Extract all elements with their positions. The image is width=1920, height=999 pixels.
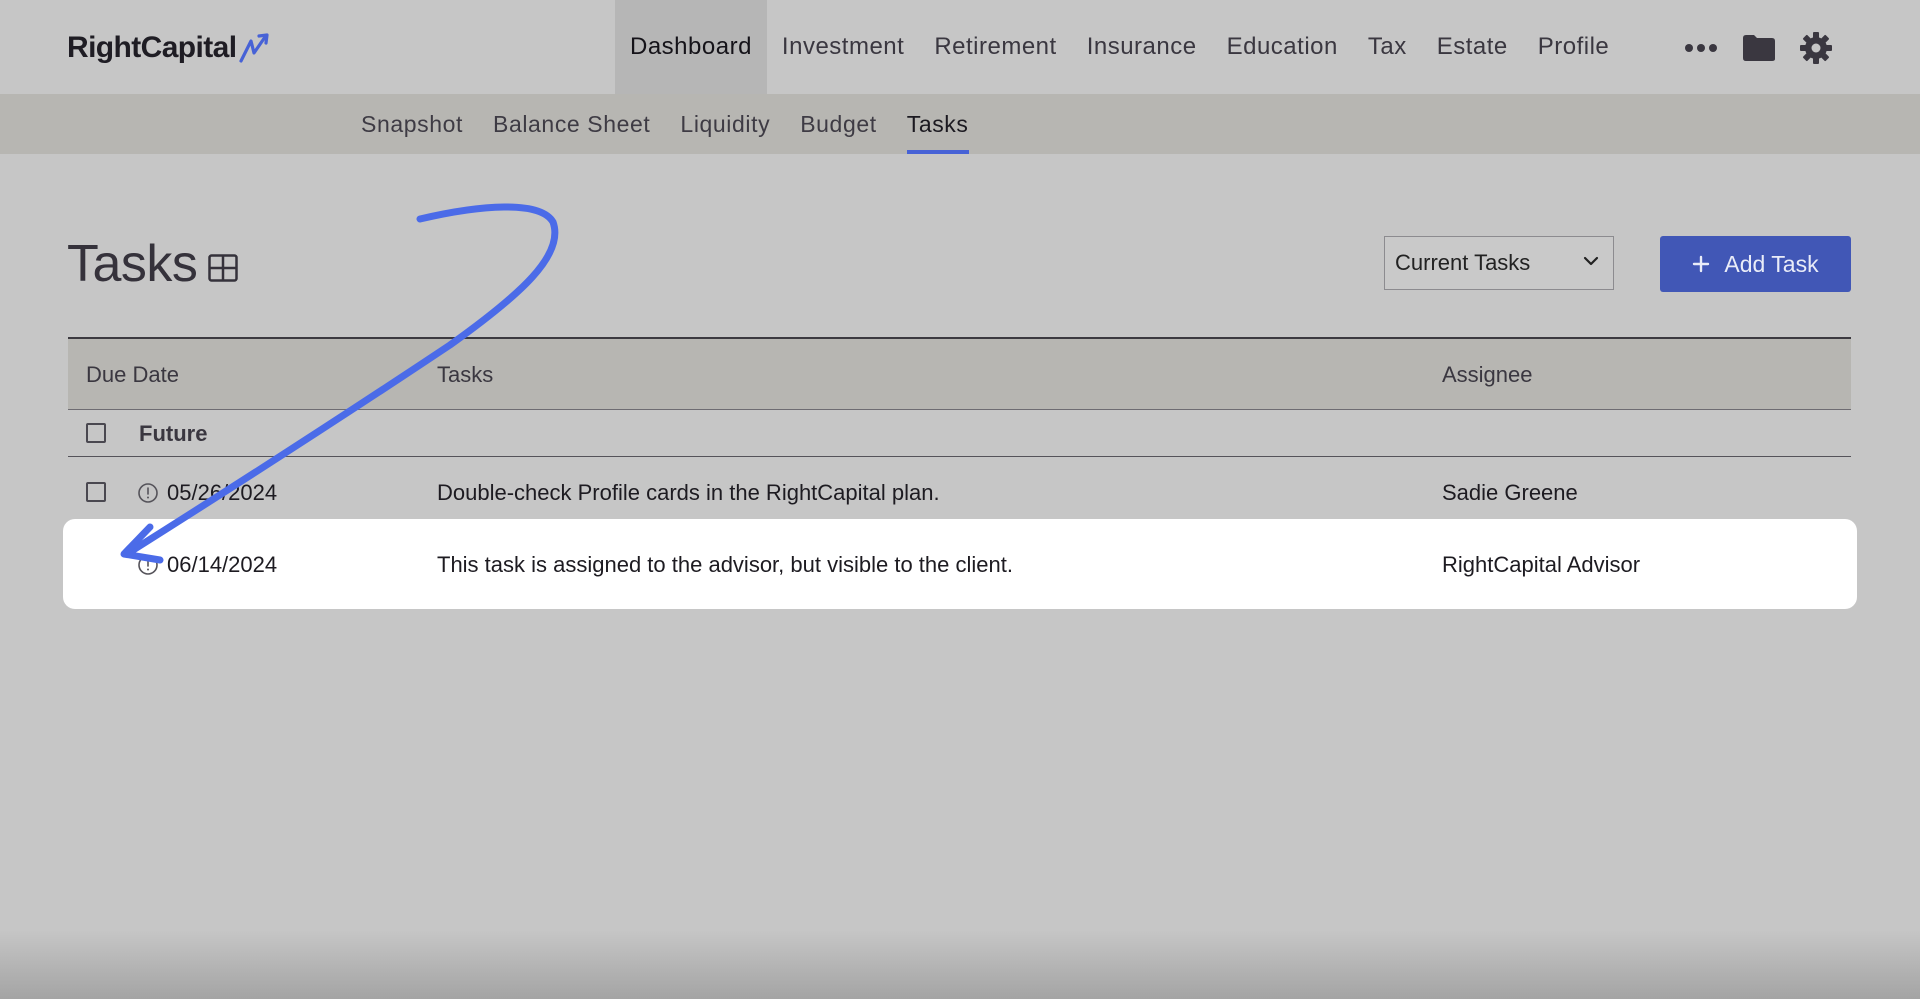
main-nav: Dashboard Investment Retirement Insuranc… bbox=[615, 0, 1624, 94]
folder-icon[interactable] bbox=[1742, 34, 1776, 62]
task-text[interactable]: Double-check Profile cards in the RightC… bbox=[437, 457, 940, 528]
assignee-text: Sadie Greene bbox=[1442, 479, 1578, 505]
nav-retirement[interactable]: Retirement bbox=[919, 0, 1071, 94]
task-text[interactable]: This task is assigned to the advisor, bu… bbox=[437, 529, 1013, 600]
nav-tax[interactable]: Tax bbox=[1353, 0, 1422, 94]
tasks-table: Due Date Tasks Assignee Future 05/26/202… bbox=[68, 337, 1851, 528]
task-filter-value: Current Tasks bbox=[1395, 250, 1531, 275]
nav-dashboard[interactable]: Dashboard bbox=[615, 0, 767, 94]
plus-icon bbox=[1693, 255, 1710, 273]
clock-icon bbox=[137, 554, 159, 576]
group-label: Future bbox=[139, 421, 208, 446]
gear-icon[interactable] bbox=[1800, 32, 1832, 64]
clock-icon bbox=[137, 482, 159, 504]
page-title: Tasks bbox=[67, 235, 198, 293]
row-checkbox[interactable] bbox=[86, 482, 106, 502]
assignee-text: RightCapital Advisor bbox=[1442, 551, 1641, 577]
group-checkbox[interactable] bbox=[86, 423, 106, 443]
table-row[interactable]: 05/26/2024 Double-check Profile cards in… bbox=[68, 457, 1851, 528]
chevron-down-icon bbox=[1583, 256, 1599, 266]
due-date-text: 06/14/2024 bbox=[167, 551, 278, 577]
sub-navigation-bar: Snapshot Balance Sheet Liquidity Budget … bbox=[0, 94, 1920, 154]
header-assignee[interactable]: Assignee bbox=[1442, 339, 1533, 411]
logo-text: RightCapital bbox=[67, 31, 237, 64]
group-row-future: Future bbox=[68, 410, 1851, 457]
nav-education[interactable]: Education bbox=[1212, 0, 1353, 94]
due-date-text: 05/26/2024 bbox=[167, 479, 278, 505]
table-row-highlighted[interactable]: 06/14/2024 This task is assigned to the … bbox=[68, 529, 1851, 600]
table-header: Due Date Tasks Assignee bbox=[68, 337, 1851, 410]
subnav-balance-sheet[interactable]: Balance Sheet bbox=[478, 94, 665, 154]
add-task-button[interactable]: Add Task bbox=[1660, 236, 1851, 292]
top-navigation-bar: RightCapital Dashboard Investment Retire… bbox=[0, 0, 1920, 94]
nav-investment[interactable]: Investment bbox=[767, 0, 919, 94]
nav-insurance[interactable]: Insurance bbox=[1072, 0, 1212, 94]
due-date-cell: 06/14/2024 bbox=[137, 529, 277, 600]
subnav-snapshot[interactable]: Snapshot bbox=[346, 94, 478, 154]
more-icon[interactable] bbox=[1684, 43, 1718, 53]
task-filter-select[interactable]: Current Tasks bbox=[1384, 236, 1614, 290]
add-task-label: Add Task bbox=[1724, 250, 1819, 277]
top-icons bbox=[1684, 28, 1832, 68]
nav-estate[interactable]: Estate bbox=[1422, 0, 1523, 94]
header-tasks[interactable]: Tasks bbox=[437, 339, 493, 411]
due-date-cell: 05/26/2024 bbox=[137, 457, 277, 528]
rightcapital-logo[interactable]: RightCapital bbox=[67, 28, 278, 68]
grid-icon[interactable] bbox=[208, 254, 238, 287]
subnav-tasks[interactable]: Tasks bbox=[892, 94, 984, 154]
header-due-date[interactable]: Due Date bbox=[86, 339, 179, 411]
nav-profile[interactable]: Profile bbox=[1523, 0, 1625, 94]
subnav-budget[interactable]: Budget bbox=[785, 94, 892, 154]
bottom-shadow bbox=[0, 930, 1920, 999]
subnav-liquidity[interactable]: Liquidity bbox=[665, 94, 785, 154]
logo-arrow-icon bbox=[239, 33, 270, 63]
